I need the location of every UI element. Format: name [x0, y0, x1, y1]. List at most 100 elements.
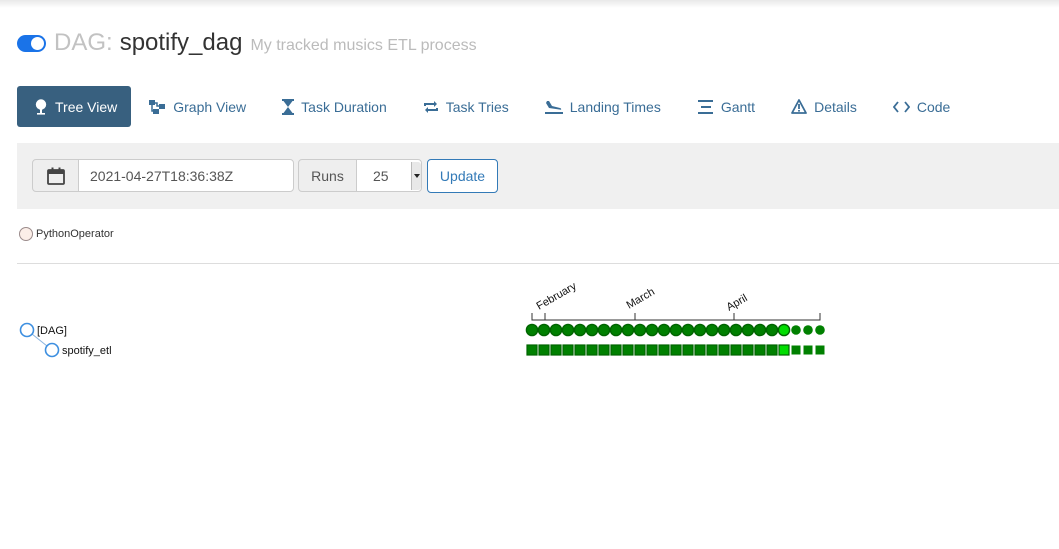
nav-label: Task Duration [301, 98, 387, 115]
task-instance-square[interactable] [586, 344, 598, 356]
task-node-spotify-etl[interactable] [44, 342, 60, 358]
nav-tree-view[interactable]: Tree View [17, 86, 132, 127]
dag-run-circle[interactable] [815, 325, 825, 335]
nav-label: Details [814, 98, 857, 115]
dag-run-circle[interactable] [597, 323, 611, 337]
dag-run-circle[interactable] [645, 323, 659, 337]
dag-run-circle[interactable] [693, 323, 707, 337]
pause-toggle[interactable] [17, 34, 46, 52]
nav-gantt[interactable]: Gantt [679, 86, 773, 127]
task-instance-square[interactable] [526, 344, 538, 356]
dag-run-circle[interactable] [765, 323, 779, 337]
task-instance-square[interactable] [622, 344, 634, 356]
task-instance-square[interactable] [791, 345, 801, 355]
repeat-icon [423, 100, 439, 114]
nav-landing-times[interactable]: Landing Times [527, 86, 679, 127]
nav-task-duration[interactable]: Task Duration [264, 86, 405, 127]
dag-description: My tracked musics ETL process [250, 36, 477, 54]
operator-legend: PythonOperator [19, 227, 114, 241]
tree-svg: [DAG] spotify_etl February March April [19, 280, 825, 358]
dag-title: spotify_dag [119, 29, 243, 56]
nav-label: Task Tries [445, 98, 509, 115]
dag-run-circle[interactable] [777, 323, 791, 337]
month-label-february: February [535, 280, 580, 313]
nav-label: Graph View [173, 98, 247, 115]
dag-root-node[interactable] [19, 322, 35, 338]
task-instance-square[interactable] [670, 344, 682, 356]
dag-prefix: DAG: [54, 29, 113, 56]
task-instance-square[interactable] [574, 344, 586, 356]
dag-run-circle[interactable] [753, 323, 767, 337]
run-marks [525, 323, 825, 356]
runs-value: 25 [373, 167, 389, 184]
runs-label: Runs [298, 159, 357, 192]
dag-run-circle[interactable] [621, 323, 635, 337]
divider [17, 263, 1059, 264]
task-instance-square[interactable] [538, 344, 550, 356]
nav-code[interactable]: Code [875, 86, 968, 127]
task-instance-square[interactable] [634, 344, 646, 356]
task-instance-square[interactable] [682, 344, 694, 356]
dag-run-circle[interactable] [561, 323, 575, 337]
nav-graph-view[interactable]: Graph View [131, 86, 264, 127]
task-instance-square[interactable] [730, 344, 742, 356]
base-date-input[interactable] [78, 159, 294, 192]
dag-run-circle[interactable] [657, 323, 671, 337]
chevron-down-icon [411, 162, 421, 190]
dag-root-label: [DAG] [37, 325, 67, 337]
task-instance-square[interactable] [766, 344, 778, 356]
dag-run-circle[interactable] [537, 323, 551, 337]
task-instance-square[interactable] [815, 345, 825, 355]
calendar-icon [46, 167, 65, 185]
nav-label: Landing Times [569, 98, 661, 115]
tree-form: Runs 25 Update [17, 143, 1059, 209]
dag-run-circle[interactable] [717, 323, 731, 337]
dag-run-circle[interactable] [705, 323, 719, 337]
task-instance-square[interactable] [754, 344, 766, 356]
gantt-icon [697, 99, 714, 115]
hourglass-icon [282, 98, 295, 115]
task-instance-square[interactable] [803, 345, 813, 355]
calendar-button[interactable] [32, 159, 79, 192]
task-instance-square[interactable] [550, 344, 562, 356]
dag-run-circle[interactable] [741, 323, 755, 337]
dag-run-circle[interactable] [791, 325, 801, 335]
nav-task-tries[interactable]: Task Tries [405, 86, 527, 127]
warning-triangle-icon [791, 99, 807, 114]
task-instance-square[interactable] [742, 344, 754, 356]
dag-run-circle[interactable] [803, 325, 813, 335]
dag-run-circle[interactable] [609, 323, 623, 337]
task-instance-square[interactable] [718, 344, 730, 356]
nav-label: Code [916, 98, 951, 115]
task-instance-square[interactable] [694, 344, 706, 356]
tree-icon [34, 98, 48, 115]
dag-nav: Tree View Graph View Task Duration Task … [17, 86, 968, 127]
dag-run-circle[interactable] [585, 323, 599, 337]
runs-select[interactable]: 25 [356, 159, 422, 192]
dag-run-circle[interactable] [549, 323, 563, 337]
task-instance-square[interactable] [646, 344, 658, 356]
top-shadow [0, 0, 1059, 8]
dag-run-circle[interactable] [525, 323, 539, 337]
task-instance-square[interactable] [706, 344, 718, 356]
dag-run-circle[interactable] [729, 323, 743, 337]
task-instance-square[interactable] [610, 344, 622, 356]
month-label-april: April [725, 292, 750, 313]
update-button[interactable]: Update [427, 159, 498, 193]
dag-run-circle[interactable] [669, 323, 683, 337]
dag-run-circle[interactable] [573, 323, 587, 337]
legend-swatch [19, 227, 33, 241]
task-instance-square[interactable] [562, 344, 574, 356]
nav-label: Gantt [720, 98, 756, 115]
dag-header: DAG: spotify_dag My tracked musics ETL p… [17, 27, 477, 59]
task-instance-square[interactable] [598, 344, 610, 356]
dag-run-circle[interactable] [633, 323, 647, 337]
nav-details[interactable]: Details [773, 86, 875, 127]
dag-run-circle[interactable] [681, 323, 695, 337]
task-instance-square[interactable] [658, 344, 670, 356]
task-label: spotify_etl [62, 345, 112, 357]
task-instance-square[interactable] [778, 344, 790, 356]
tree-view: [DAG] spotify_etl February March April [0, 280, 1059, 370]
time-axis [531, 313, 821, 321]
legend-label: PythonOperator [36, 228, 114, 240]
